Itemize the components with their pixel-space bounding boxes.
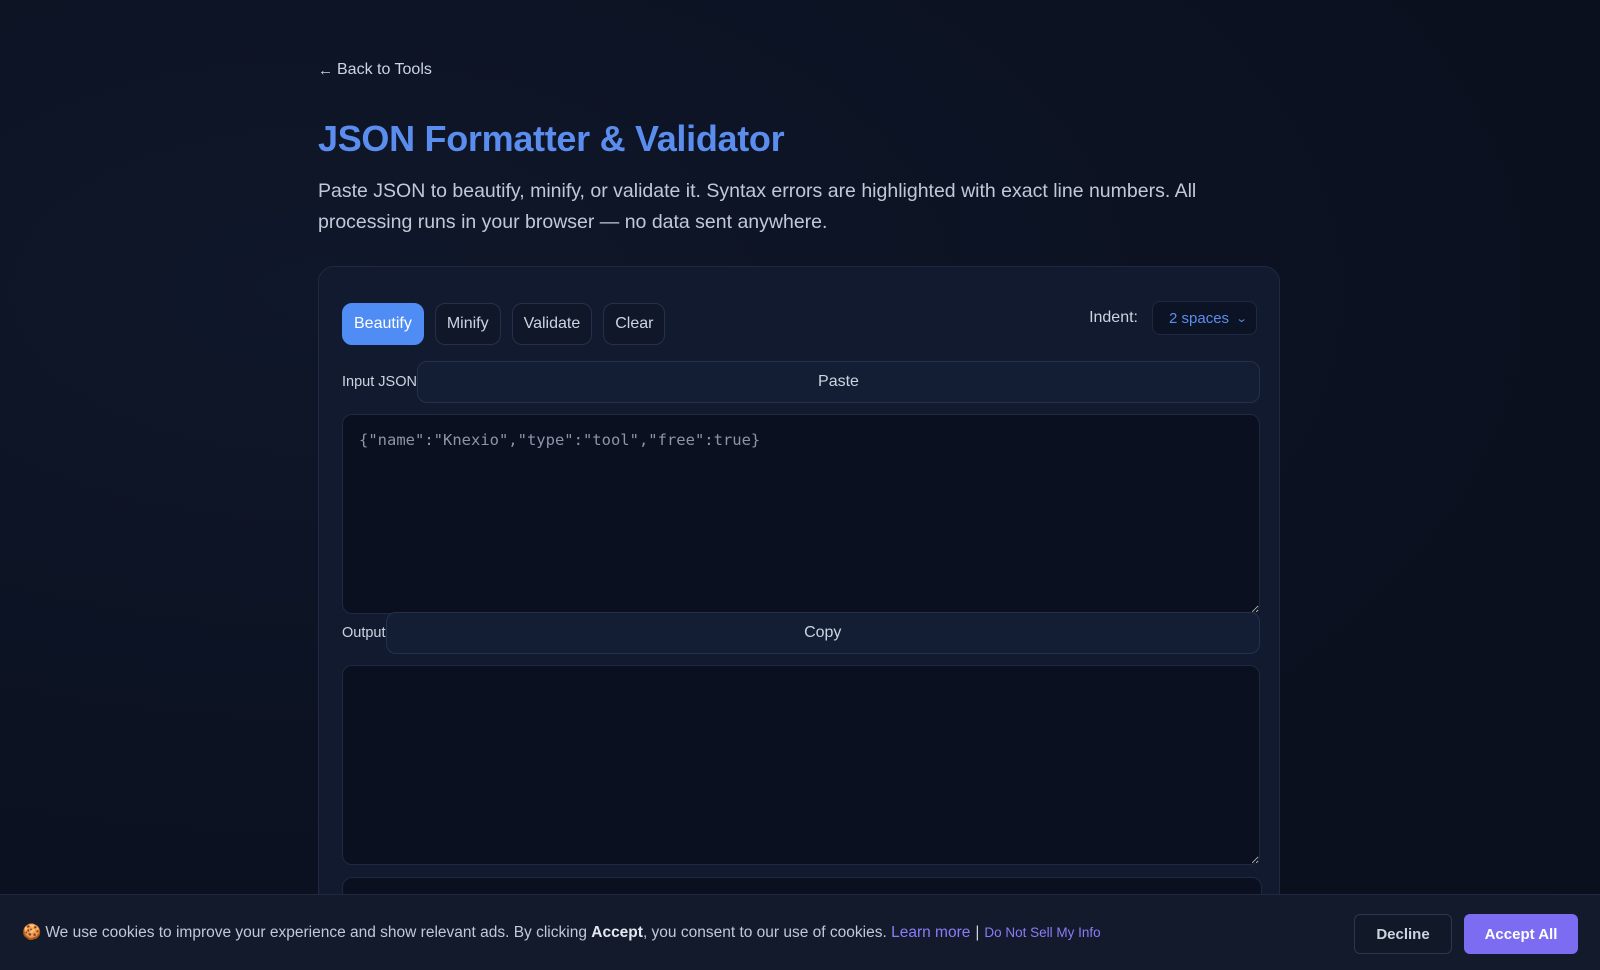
back-to-tools-link[interactable]: ← Back to Tools: [318, 61, 432, 79]
accept-all-button[interactable]: Accept All: [1464, 914, 1578, 954]
paste-button[interactable]: Paste: [416, 361, 1260, 403]
page-title: JSON Formatter & Validator: [318, 118, 785, 159]
input-header-row: Input JSON Paste: [342, 361, 1260, 403]
output-header-row: Output Copy: [342, 612, 1260, 654]
chevron-down-icon: ⌄: [1235, 312, 1248, 325]
beautify-button[interactable]: Beautify: [342, 303, 424, 345]
cookie-separator: |: [975, 923, 980, 941]
learn-more-link[interactable]: Learn more: [891, 924, 970, 942]
cookie-text-before: We use cookies to improve your experienc…: [45, 923, 592, 941]
arrow-left-icon: ←: [318, 61, 333, 79]
cookie-text-after: , you consent to our use of cookies.: [642, 923, 892, 941]
minify-button[interactable]: Minify: [434, 303, 501, 345]
cookie-icon: 🍪: [22, 924, 42, 941]
page: ← Back to Tools JSON Formatter & Validat…: [0, 0, 1600, 970]
indent-label: Indent:: [1089, 309, 1138, 326]
cookie-consent-bar: 🍪 We use cookies to improve your experie…: [0, 894, 1600, 970]
clear-button[interactable]: Clear: [603, 303, 666, 345]
decline-button[interactable]: Decline: [1354, 914, 1452, 954]
do-not-sell-link[interactable]: Do Not Sell My Info: [984, 925, 1100, 940]
formatter-card: Beautify Minify Validate Clear Indent: 2…: [318, 266, 1280, 970]
cookie-message: 🍪 We use cookies to improve your experie…: [22, 923, 1101, 942]
indent-select[interactable]: 2 spaces ⌄: [1152, 301, 1257, 335]
copy-button[interactable]: Copy: [385, 612, 1260, 654]
page-description: Paste JSON to beautify, minify, or valid…: [318, 180, 1197, 233]
back-link-label: Back to Tools: [337, 61, 432, 78]
validate-button[interactable]: Validate: [511, 303, 593, 345]
output-textarea[interactable]: [342, 665, 1260, 865]
input-json-label: Input JSON: [342, 374, 417, 390]
action-toolbar: Beautify Minify Validate Clear: [342, 303, 666, 345]
input-json-textarea[interactable]: [342, 414, 1260, 614]
indent-control: Indent: 2 spaces ⌄: [1089, 301, 1257, 335]
output-label: Output: [342, 625, 386, 641]
indent-selected-value: 2 spaces: [1169, 309, 1230, 327]
cookie-text-bold: Accept: [591, 923, 643, 941]
